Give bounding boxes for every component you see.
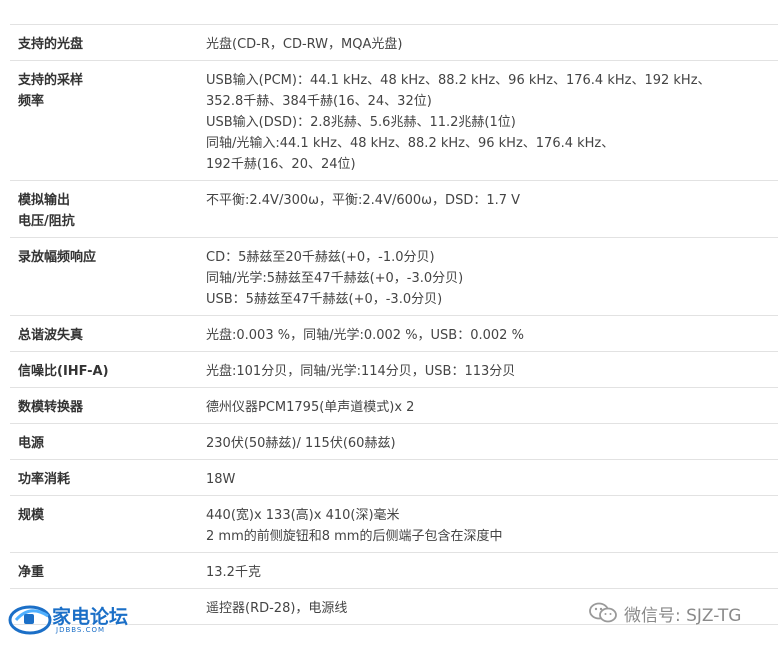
spec-value: 光盘:101分贝，同轴/光学:114分贝，USB：113分贝	[196, 352, 778, 387]
spec-row: 模拟输出 电压/阻抗 不平衡:2.4V/300ω，平衡:2.4V/600ω，DSD…	[10, 181, 778, 238]
spec-value: 440(宽)x 133(高)x 410(深)毫米 2 mm的前侧旋钮和8 mm的后…	[196, 496, 778, 552]
spec-value-line: USB输入(PCM)：44.1 kHz、48 kHz、88.2 kHz、96 k…	[206, 73, 711, 88]
spec-value-line: 230伏(50赫兹)/ 115伏(60赫兹)	[206, 436, 396, 451]
spec-value-line: 不平衡:2.4V/300ω，平衡:2.4V/600ω，DSD：1.7 V	[206, 193, 521, 208]
spec-label: 规模	[18, 508, 45, 523]
spec-value: 光盘(CD-R，CD-RW，MQA光盘)	[196, 25, 778, 60]
spec-value-line: 光盘(CD-R，CD-RW，MQA光盘)	[206, 37, 403, 52]
spec-table: 支持的光盘 光盘(CD-R，CD-RW，MQA光盘) 支持的采样 频率 USB输入(P…	[10, 24, 778, 625]
spec-value-line: 18W	[206, 472, 236, 487]
spec-row: 录放幅频响应 CD：5赫兹至20千赫兹(+0，-1.0分贝) 同轴/光学:5赫兹至4…	[10, 238, 778, 316]
spec-value-line: USB输入(DSD)：2.8兆赫、5.6兆赫、11.2兆赫(1位)	[206, 115, 516, 130]
spec-row: 功率消耗 18W	[10, 460, 778, 496]
spec-value-line: 440(宽)x 133(高)x 410(深)毫米	[206, 508, 400, 523]
spec-label: 支持的光盘	[18, 37, 84, 52]
spec-value: USB输入(PCM)：44.1 kHz、48 kHz、88.2 kHz、96 k…	[196, 61, 778, 180]
spec-label: 数模转换器	[18, 400, 84, 415]
spec-label: 模拟输出 电压/阻抗	[18, 193, 75, 229]
spec-value-line: 13.2千克	[206, 565, 261, 580]
logo-text: 家电论坛	[52, 606, 129, 628]
spec-value-line: 光盘:0.003 %，同轴/光学:0.002 %，USB：0.002 %	[206, 328, 524, 343]
spec-value-line: 光盘:101分贝，同轴/光学:114分贝，USB：113分贝	[206, 364, 516, 379]
spec-value-line: 同轴/光学:5赫兹至47千赫兹(+0，-3.0分贝)	[206, 271, 464, 286]
spec-value-line: 同轴/光输入:44.1 kHz、48 kHz、88.2 kHz、96 kHz、1…	[206, 136, 615, 151]
spec-row: 数模转换器 德州仪器PCM1795(单声道模式)x 2	[10, 388, 778, 424]
spec-value-line: 192千赫(16、20、24位)	[206, 157, 356, 172]
spec-label: 支持的采样 频率	[18, 73, 84, 109]
spec-label: 总谐波失真	[18, 328, 84, 343]
logo-subtext: JDBBS.COM	[56, 626, 106, 634]
watermark-text: 微信号: SJZ-TG	[624, 605, 742, 626]
spec-label: 电源	[18, 436, 45, 451]
spec-value-line: CD：5赫兹至20千赫兹(+0，-1.0分贝)	[206, 250, 435, 265]
spec-label: 净重	[18, 565, 45, 580]
spec-row: 支持的采样 频率 USB输入(PCM)：44.1 kHz、48 kHz、88.2 …	[10, 61, 778, 181]
spec-value-line: 352.8千赫、384千赫(16、24、32位)	[206, 94, 432, 109]
spec-row: 信噪比(IHF-A) 光盘:101分贝，同轴/光学:114分贝，USB：113分贝	[10, 352, 778, 388]
spec-value: 光盘:0.003 %，同轴/光学:0.002 %，USB：0.002 %	[196, 316, 778, 351]
spec-value: 230伏(50赫兹)/ 115伏(60赫兹)	[196, 424, 778, 459]
wechat-icon	[589, 602, 617, 623]
spec-row: 规模 440(宽)x 133(高)x 410(深)毫米 2 mm的前侧旋钮和8 mm…	[10, 496, 778, 553]
spec-label: 信噪比(IHF-A)	[18, 364, 109, 379]
spec-label: 功率消耗	[18, 472, 71, 487]
spec-row: 电源 230伏(50赫兹)/ 115伏(60赫兹)	[10, 424, 778, 460]
spec-value: 18W	[196, 460, 778, 495]
jdbbs-logo: 家电论坛 JDBBS.COM	[8, 600, 138, 638]
spec-row: 总谐波失真 光盘:0.003 %，同轴/光学:0.002 %，USB：0.002 …	[10, 316, 778, 352]
spec-value: 不平衡:2.4V/300ω，平衡:2.4V/600ω，DSD：1.7 V	[196, 181, 778, 237]
watermark: 微信号: SJZ-TG	[588, 600, 741, 626]
spec-row: 净重 13.2千克	[10, 553, 778, 589]
jdbbs-logo-icon	[8, 605, 52, 635]
spec-label: 录放幅频响应	[18, 250, 97, 265]
spec-value: 13.2千克	[196, 553, 778, 588]
spec-value: 德州仪器PCM1795(单声道模式)x 2	[196, 388, 778, 423]
spec-row: 支持的光盘 光盘(CD-R，CD-RW，MQA光盘)	[10, 25, 778, 61]
spec-value-line: 2 mm的前侧旋钮和8 mm的后侧端子包含在深度中	[206, 529, 503, 544]
spec-value-line: 德州仪器PCM1795(单声道模式)x 2	[206, 400, 415, 415]
spec-value-line: USB：5赫兹至47千赫兹(+0，-3.0分贝)	[206, 292, 443, 307]
spec-value: CD：5赫兹至20千赫兹(+0，-1.0分贝) 同轴/光学:5赫兹至47千赫兹(+…	[196, 238, 778, 315]
